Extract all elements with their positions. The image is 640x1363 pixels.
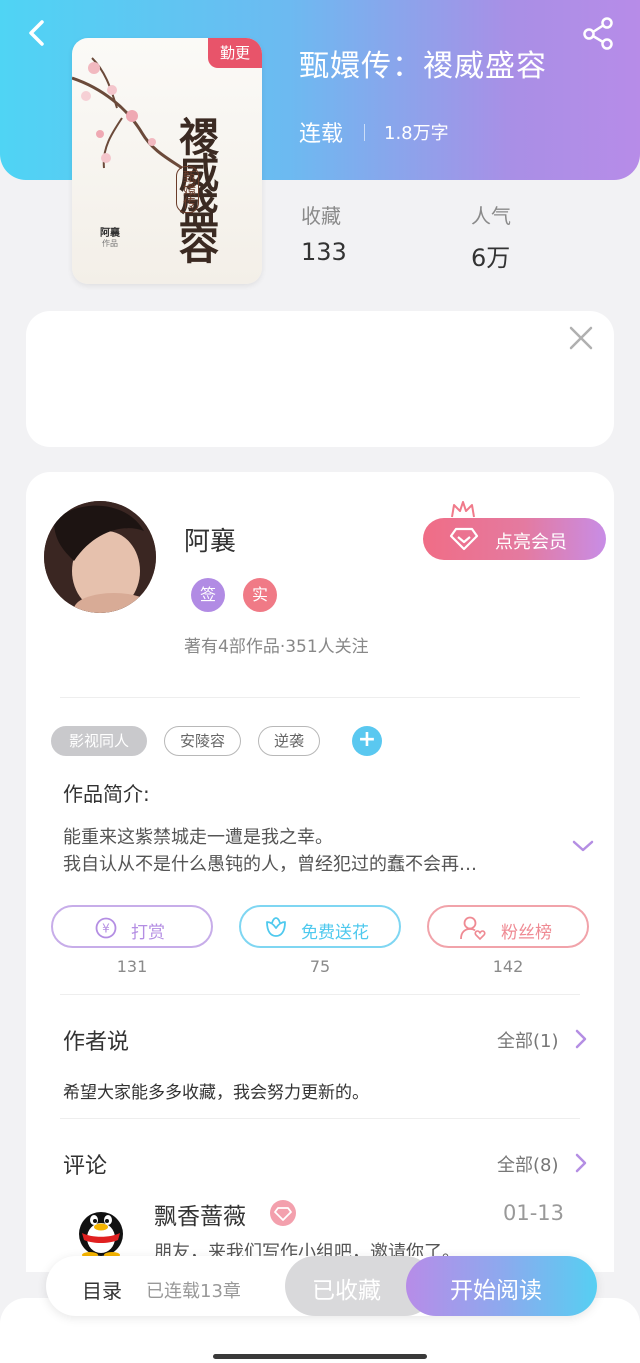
intro-title: 作品简介:	[63, 782, 150, 806]
start-reading-button[interactable]: 开始阅读	[406, 1256, 597, 1316]
book-title: 甄嬛传：禝威盛容	[299, 49, 547, 84]
home-indicator	[213, 1354, 427, 1359]
close-icon	[569, 326, 593, 350]
intro-line: 能重来这紫禁城走一遭是我之幸。	[63, 827, 333, 848]
portrait-image	[44, 501, 156, 613]
favorites-value: 133	[301, 238, 347, 266]
reward-button[interactable]: ¥ 打赏	[51, 905, 213, 948]
share-icon	[583, 17, 613, 50]
divider	[60, 1118, 580, 1119]
vip-badge-icon	[270, 1200, 296, 1226]
flower-icon	[266, 917, 286, 937]
expand-intro-button[interactable]	[571, 836, 595, 856]
popularity-value: 6万	[471, 244, 511, 272]
cover-author-sub: 作品	[102, 239, 118, 248]
author-avatar[interactable]	[44, 501, 156, 613]
popularity-label: 人气	[471, 204, 511, 228]
divider	[60, 994, 580, 995]
comments-all-link[interactable]: 全部(8)	[497, 1151, 559, 1177]
serial-status: 连载	[299, 122, 344, 147]
author-says-all-link[interactable]: 全部(1)	[497, 1027, 559, 1053]
back-button[interactable]	[22, 16, 54, 50]
yen-coin-icon: ¥	[95, 917, 117, 939]
cover-author: 阿襄	[100, 228, 120, 239]
chevron-right-icon[interactable]	[574, 1028, 588, 1050]
start-reading-label: 开始阅读	[450, 1278, 542, 1304]
commenter-name[interactable]: 飘香蔷薇	[154, 1197, 246, 1231]
reward-count: 131	[116, 957, 148, 976]
tag-theme[interactable]: 逆袭	[258, 726, 320, 756]
divider	[60, 697, 580, 698]
fan-ranking-label: 粉丝榜	[501, 923, 552, 943]
vip-button-label: 点亮会员	[495, 532, 567, 553]
cover-subtitle: 甄嬛传	[176, 166, 199, 213]
plum-blossom-illustration	[72, 57, 183, 170]
cover-badge: 勤更	[208, 38, 262, 68]
ad-close-button[interactable]	[566, 323, 596, 353]
commenter-avatar[interactable]	[74, 1200, 128, 1258]
ad-card	[26, 311, 614, 447]
svg-text:¥: ¥	[102, 922, 110, 936]
comment-date: 01-13	[503, 1201, 565, 1225]
author-meta: 著有4部作品·351人关注	[184, 637, 369, 657]
flower-count: 75	[309, 957, 331, 976]
user-heart-icon	[460, 916, 486, 941]
chevron-left-icon	[29, 20, 44, 46]
status-divider	[364, 124, 365, 141]
chapter-count: 已连载13章	[146, 1281, 241, 1302]
favorites-label: 收藏	[301, 204, 341, 228]
share-button[interactable]	[580, 16, 616, 50]
author-name[interactable]: 阿襄	[184, 521, 236, 558]
fan-ranking-count: 142	[492, 957, 524, 976]
tag-genre[interactable]: 影视同人	[51, 726, 147, 756]
add-tag-button[interactable]: +	[352, 726, 382, 756]
fan-ranking-button[interactable]: 粉丝榜	[427, 905, 589, 948]
book-cover[interactable]: 勤更 禝威盛容 甄嬛传 阿襄 作品	[72, 38, 262, 284]
author-says-text: 希望大家能多多收藏，我会努力更新的。	[63, 1083, 369, 1103]
vip-button[interactable]: 点亮会员	[423, 518, 606, 560]
chevron-down-icon	[572, 840, 594, 852]
intro-line: 我自认从不是什么愚钝的人，曾经犯过的蠢不会再…	[63, 854, 477, 875]
favorited-label: 已收藏	[312, 1278, 381, 1304]
signed-badge: 签	[191, 578, 225, 612]
diamond-icon	[274, 1207, 292, 1221]
chevron-right-icon[interactable]	[574, 1152, 588, 1174]
word-count: 1.8万字	[384, 123, 449, 144]
reward-label: 打赏	[131, 923, 165, 943]
send-flower-label: 免费送花	[301, 923, 369, 943]
author-says-title: 作者说	[63, 1030, 130, 1055]
tag-character[interactable]: 安陵容	[164, 726, 241, 756]
send-flower-button[interactable]: 免费送花	[239, 905, 401, 948]
diamond-icon	[449, 527, 479, 551]
verified-badge: 实	[243, 578, 277, 612]
comments-title: 评论	[63, 1154, 108, 1179]
table-of-contents-button[interactable]: 目录	[82, 1275, 122, 1304]
